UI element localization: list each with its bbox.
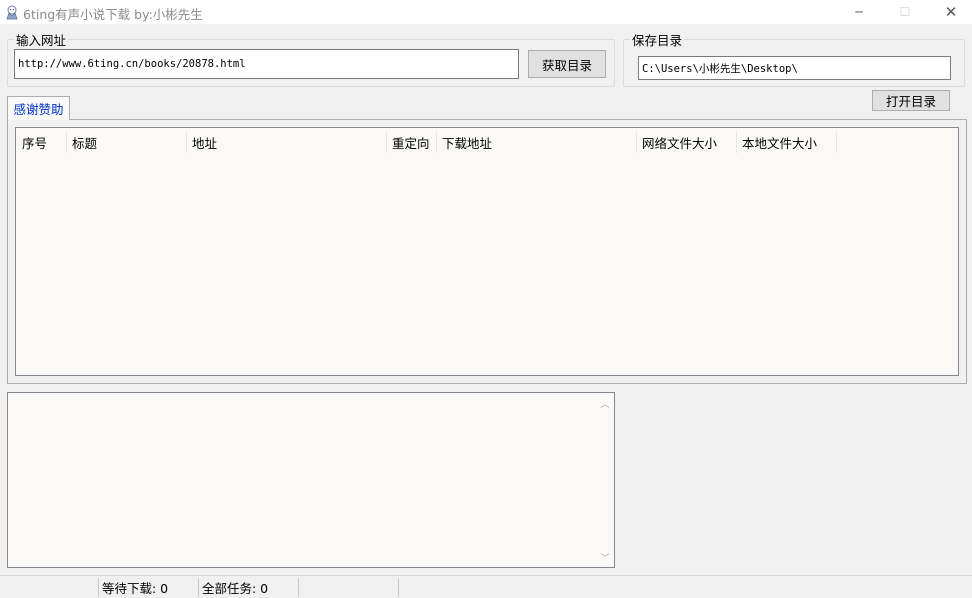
app-icon — [4, 4, 20, 20]
minimize-icon: ─ — [855, 5, 863, 19]
fetch-catalog-button[interactable]: 获取目录 — [528, 50, 606, 78]
scroll-up-icon[interactable]: ︿ — [596, 395, 614, 411]
status-panel-extra — [299, 576, 398, 598]
column-header-index[interactable]: 序号 — [16, 131, 66, 153]
open-directory-button[interactable]: 打开目录 — [872, 90, 950, 111]
column-divider[interactable] — [836, 131, 837, 153]
status-total-tasks: 全部任务: 0 — [202, 580, 269, 596]
window-title: 6ting有声小说下载 by:小彬先生 — [23, 7, 203, 22]
column-header-redirect[interactable]: 重定向 — [386, 131, 436, 153]
log-scrollbar[interactable]: ︿ ﹀ — [596, 393, 614, 567]
close-icon: ✕ — [944, 3, 958, 21]
url-group-label: 输入网址 — [14, 30, 69, 49]
column-header-remote-size[interactable]: 网络文件大小 — [636, 131, 736, 153]
column-header-local-size[interactable]: 本地文件大小 — [736, 131, 836, 153]
tab-thanks[interactable]: 感谢赞助 — [7, 96, 70, 120]
maximize-icon: ☐ — [899, 5, 911, 19]
maximize-button[interactable]: ☐ — [882, 0, 928, 24]
save-group-label: 保存目录 — [630, 30, 685, 49]
column-header-title[interactable]: 标题 — [66, 131, 186, 153]
scroll-down-icon[interactable]: ﹀ — [596, 549, 614, 565]
log-textarea[interactable] — [7, 392, 615, 568]
column-header-download-url[interactable]: 下载地址 — [436, 131, 636, 153]
close-button[interactable]: ✕ — [928, 0, 972, 24]
minimize-button[interactable]: ─ — [836, 0, 882, 24]
url-input[interactable]: http://www.6ting.cn/books/20878.html — [14, 49, 519, 79]
save-path-input[interactable]: C:\Users\小彬先生\Desktop\ — [638, 56, 951, 80]
task-list[interactable] — [15, 127, 959, 376]
status-panel-empty — [0, 576, 98, 598]
status-divider — [398, 578, 399, 597]
status-waiting-count: 等待下载: 0 — [102, 580, 169, 596]
column-header-address[interactable]: 地址 — [186, 131, 386, 153]
